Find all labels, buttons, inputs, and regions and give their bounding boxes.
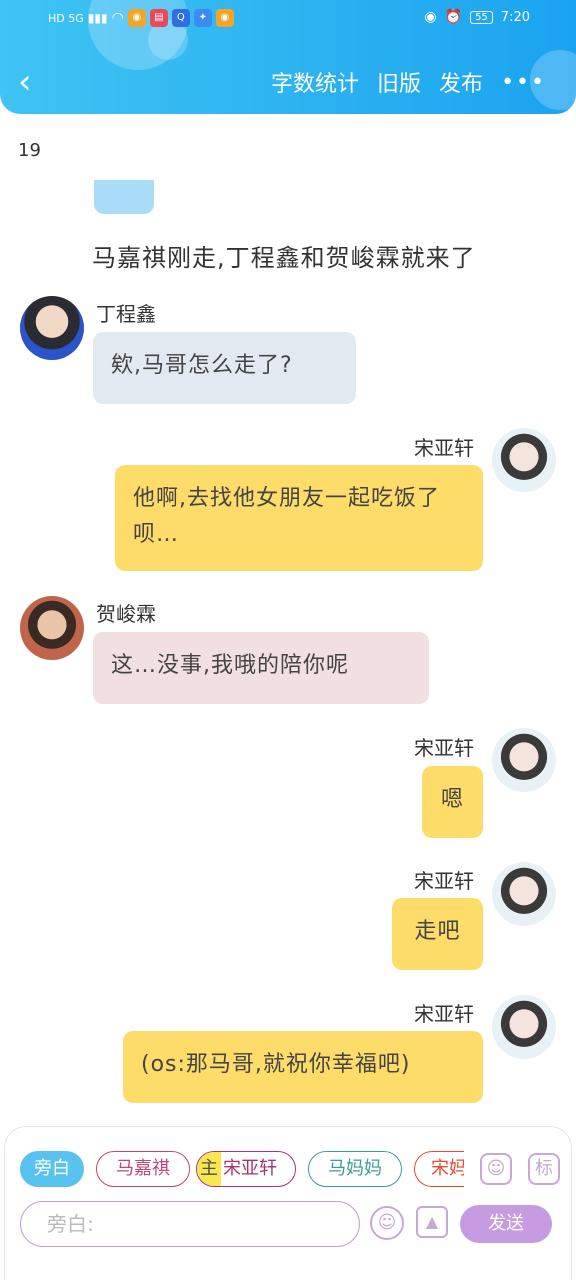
speaker-name: 宋亚轩	[414, 869, 474, 893]
avatar[interactable]	[492, 995, 556, 1059]
weibo-icon: ◉	[215, 9, 234, 27]
role-chip-song-mother[interactable]: 宋妈	[414, 1151, 464, 1187]
back-button[interactable]: ‹	[18, 64, 48, 100]
old-version-button[interactable]: 旧版	[377, 66, 421, 98]
clock-time: 7:20	[500, 9, 530, 25]
role-chip-narration[interactable]: 旁白	[20, 1151, 84, 1187]
message-bubble[interactable]: (os:那马哥,就祝你幸福吧)	[123, 1031, 483, 1103]
alarm-icon: ⏰	[444, 9, 463, 25]
eye-icon: ◉	[424, 9, 437, 25]
role-chip-ma-jiaqi[interactable]: 马嘉祺	[96, 1151, 190, 1187]
header-bar: HD 5G ▮▮▮ ◠ ◉ ▤ Q ✦ ◉ ◉ ⏰ 55 7:20 ‹ 字数统计…	[0, 0, 576, 114]
wifi-icon: ◠	[111, 10, 124, 26]
word-count-button[interactable]: 字数统计	[271, 66, 359, 98]
main-role-tag: 主	[197, 1152, 221, 1186]
speaker-name: 宋亚轩	[414, 436, 474, 460]
book-icon: ▤	[149, 9, 168, 27]
partial-message-bubble	[94, 180, 154, 214]
avatar[interactable]	[492, 428, 556, 492]
role-chip-ma-mother[interactable]: 马妈妈	[308, 1151, 402, 1187]
bulb-icon: ✦	[193, 9, 212, 27]
send-button[interactable]: 发送	[460, 1205, 552, 1243]
tag-icon[interactable]: 标	[528, 1153, 560, 1185]
role-chip-label: 宋亚轩	[223, 1158, 277, 1179]
avatar[interactable]	[492, 728, 556, 792]
header-actions: 字数统计 旧版 发布 •••	[271, 66, 546, 98]
speaker-name: 丁程鑫	[96, 302, 156, 326]
avatar[interactable]	[20, 596, 84, 660]
network-label: HD 5G	[48, 11, 84, 25]
speaker-name: 宋亚轩	[414, 1002, 474, 1026]
person-icon[interactable]: ☺	[480, 1153, 512, 1185]
status-bar: HD 5G ▮▮▮ ◠ ◉ ▤ Q ✦ ◉ ◉ ⏰ 55 7:20	[0, 0, 576, 40]
message-counter: 19	[18, 140, 41, 161]
more-horizontal-icon[interactable]: •••	[501, 70, 546, 95]
message-bubble[interactable]: 欸,马哥怎么走了?	[93, 332, 356, 404]
narration-text: 马嘉祺刚走,丁程鑫和贺峻霖就来了	[92, 244, 476, 272]
chevron-left-icon: ‹	[18, 62, 32, 102]
weibo-icon: ◉	[127, 9, 146, 27]
role-chip-song-yaxuan[interactable]: 主宋亚轩	[196, 1151, 296, 1187]
qq-icon: Q	[171, 9, 190, 27]
battery-icon: 55	[470, 10, 493, 24]
image-icon[interactable]: ▲	[416, 1206, 448, 1238]
message-bubble[interactable]: 走吧	[392, 898, 483, 970]
message-bubble[interactable]: 他啊,去找他女朋友一起吃饭了呗…	[115, 465, 483, 571]
publish-button[interactable]: 发布	[439, 66, 483, 98]
speaker-name: 宋亚轩	[414, 736, 474, 760]
avatar[interactable]	[20, 296, 84, 360]
message-bubble[interactable]: 嗯	[422, 766, 483, 838]
emoji-icon[interactable]: ☺	[370, 1206, 404, 1240]
message-input[interactable]: 旁白:	[20, 1201, 360, 1247]
message-bubble[interactable]: 这…没事,我哦的陪你呢	[93, 632, 429, 704]
speaker-name: 贺峻霖	[96, 602, 156, 626]
avatar[interactable]	[492, 862, 556, 926]
signal-icon: ▮▮▮	[87, 11, 108, 25]
